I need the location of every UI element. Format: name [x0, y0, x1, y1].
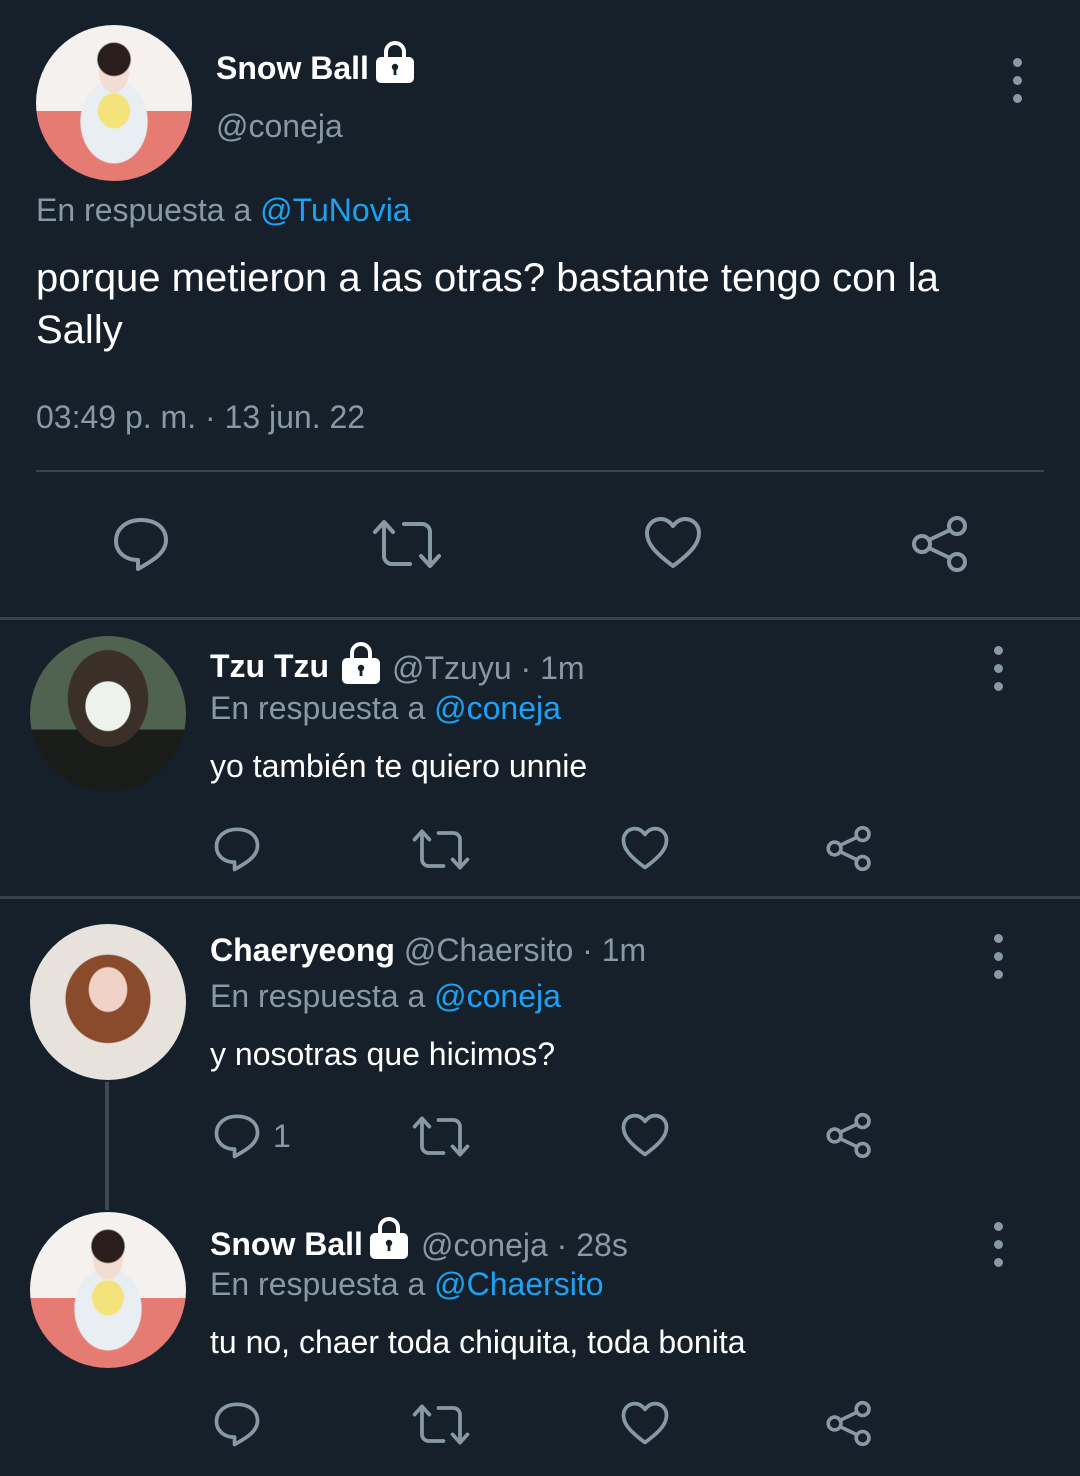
- retweet-icon[interactable]: [412, 1115, 470, 1158]
- reply-icon[interactable]: [213, 1401, 261, 1447]
- lock-icon: [368, 1216, 410, 1260]
- reply-to-link[interactable]: @Chaersito: [434, 1266, 603, 1302]
- heart-icon[interactable]: [621, 1401, 669, 1446]
- reply-prefix: En respuesta a: [210, 690, 426, 726]
- reply-icon[interactable]: [213, 826, 261, 872]
- reply-to-link[interactable]: @TuNovia: [260, 192, 410, 228]
- reply-context: En respuesta a @TuNovia: [36, 192, 411, 229]
- reply-prefix: En respuesta a: [36, 192, 252, 228]
- handle[interactable]: @Chaersito: [404, 932, 573, 968]
- tweet-header: Chaeryeong @Chaersito · 1m: [210, 932, 646, 969]
- display-name[interactable]: Chaeryeong: [210, 932, 395, 968]
- divider: [36, 470, 1044, 472]
- more-options-icon[interactable]: [990, 934, 1006, 988]
- tweet-text: yo también te quiero unnie: [210, 748, 588, 784]
- tweet-header: Snow Ball: [210, 1226, 363, 1263]
- share-icon[interactable]: [825, 825, 873, 872]
- more-options-icon[interactable]: [990, 1222, 1006, 1276]
- handle[interactable]: @coneja: [216, 108, 343, 145]
- time: · 1m: [520, 650, 585, 686]
- avatar[interactable]: [30, 1212, 186, 1368]
- tweet-meta: @Tzuyu · 1m: [392, 650, 585, 687]
- main-tweet: Snow Ball @coneja En respuesta a @TuNovi…: [0, 0, 1080, 618]
- reply-context: En respuesta a @coneja: [210, 690, 561, 727]
- reply-context: En respuesta a @Chaersito: [210, 1266, 604, 1303]
- tweet-meta: @coneja · 28s: [421, 1227, 628, 1264]
- reply-to-link[interactable]: @coneja: [434, 978, 561, 1014]
- tweet-header: Tzu Tzu: [210, 648, 329, 685]
- lock-icon: [340, 641, 382, 685]
- display-name[interactable]: Tzu Tzu: [210, 648, 329, 684]
- lock-icon: [374, 40, 416, 84]
- avatar[interactable]: [30, 636, 186, 792]
- retweet-icon[interactable]: [372, 518, 442, 570]
- retweet-icon[interactable]: [412, 1403, 470, 1446]
- heart-icon[interactable]: [621, 1113, 669, 1158]
- more-options-icon[interactable]: [990, 646, 1006, 700]
- time: · 1m: [582, 932, 647, 968]
- divider: [0, 896, 1080, 899]
- display-name[interactable]: Snow Ball: [216, 50, 369, 87]
- time: · 28s: [556, 1227, 628, 1263]
- tweet-text-line-1: porque metieron a las otras? bastante te…: [36, 256, 939, 300]
- heart-icon[interactable]: [644, 516, 702, 570]
- tweet-text-line-2: Sally: [36, 308, 123, 352]
- reply-prefix: En respuesta a: [210, 1266, 426, 1302]
- reply-icon[interactable]: [213, 1113, 261, 1159]
- share-icon[interactable]: [825, 1112, 873, 1159]
- share-icon[interactable]: [910, 515, 970, 573]
- reply-context: En respuesta a @coneja: [210, 978, 561, 1015]
- retweet-icon[interactable]: [412, 828, 470, 871]
- display-name[interactable]: Snow Ball: [210, 1226, 363, 1262]
- thread-connector: [105, 1082, 109, 1210]
- reply-prefix: En respuesta a: [210, 978, 426, 1014]
- share-icon[interactable]: [825, 1400, 873, 1447]
- timestamp: 03:49 p. m. · 13 jun. 22: [36, 399, 366, 435]
- avatar[interactable]: [36, 25, 192, 181]
- heart-icon[interactable]: [621, 826, 669, 871]
- reply-count: 1: [273, 1118, 291, 1154]
- reply-to-link[interactable]: @coneja: [434, 690, 561, 726]
- handle[interactable]: @coneja: [421, 1227, 548, 1263]
- tweet-text: tu no, chaer toda chiquita, toda bonita: [210, 1324, 746, 1360]
- avatar[interactable]: [30, 924, 186, 1080]
- divider: [0, 617, 1080, 620]
- reply-icon[interactable]: [112, 516, 170, 572]
- tweet-text: y nosotras que hicimos?: [210, 1036, 556, 1072]
- more-options-icon[interactable]: [1009, 58, 1025, 112]
- handle[interactable]: @Tzuyu: [392, 650, 512, 686]
